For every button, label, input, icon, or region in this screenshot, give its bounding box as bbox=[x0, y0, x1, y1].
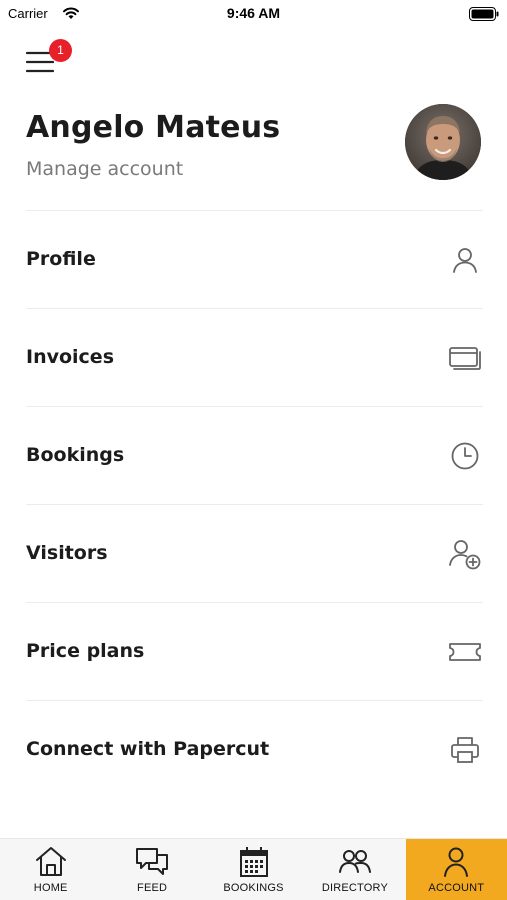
menu-item-label: Visitors bbox=[26, 542, 108, 564]
chat-bubbles-icon bbox=[136, 848, 169, 875]
tab-bookings[interactable]: BOOKINGS bbox=[203, 839, 304, 900]
people-icon bbox=[338, 850, 371, 873]
tab-bar: HOME FEED BOOKINGS DIRECTORY ACCOUNT bbox=[0, 838, 507, 900]
person-icon bbox=[453, 248, 477, 273]
ticket-icon bbox=[449, 643, 481, 661]
tab-label: HOME bbox=[33, 882, 68, 894]
menu-item-label: Invoices bbox=[26, 346, 115, 368]
person-icon bbox=[444, 847, 469, 877]
menu-item-label: Price plans bbox=[26, 640, 145, 662]
menu-item-label: Connect with Papercut bbox=[26, 738, 270, 760]
battery-icon bbox=[469, 7, 499, 21]
menu-item-invoices[interactable]: Invoices bbox=[26, 308, 483, 406]
tab-account[interactable]: ACCOUNT bbox=[405, 839, 507, 900]
tab-label: FEED bbox=[137, 882, 168, 894]
tab-feed[interactable]: FEED bbox=[101, 839, 202, 900]
menu-item-bookings[interactable]: Bookings bbox=[26, 406, 483, 504]
user-avatar-photo bbox=[405, 104, 481, 180]
notification-badge: 1 bbox=[49, 39, 72, 62]
status-bar: Carrier 9:46 AM bbox=[0, 0, 507, 28]
user-name: Angelo Mateus bbox=[26, 110, 281, 145]
tab-label: ACCOUNT bbox=[428, 882, 485, 894]
manage-account-link[interactable]: Manage account bbox=[26, 158, 183, 180]
menu-item-label: Bookings bbox=[26, 444, 125, 466]
tab-directory[interactable]: DIRECTORY bbox=[304, 839, 405, 900]
tab-label: DIRECTORY bbox=[321, 882, 389, 894]
menu-button[interactable]: 1 bbox=[22, 39, 74, 80]
tab-label: BOOKINGS bbox=[223, 882, 284, 894]
cards-icon bbox=[449, 347, 481, 370]
menu-item-price-plans[interactable]: Price plans bbox=[26, 602, 483, 700]
account-menu-list: Profile Invoices Bookings Visitors Price… bbox=[26, 210, 483, 798]
calendar-icon bbox=[239, 847, 268, 877]
home-icon bbox=[35, 847, 66, 876]
tab-home[interactable]: HOME bbox=[0, 839, 101, 900]
person-add-icon bbox=[449, 540, 481, 570]
clock-icon bbox=[451, 442, 479, 470]
menu-item-visitors[interactable]: Visitors bbox=[26, 504, 483, 602]
printer-icon bbox=[451, 737, 479, 763]
menu-item-profile[interactable]: Profile bbox=[26, 210, 483, 308]
menu-item-connect-papercut[interactable]: Connect with Papercut bbox=[26, 700, 483, 798]
clock-time: 9:46 AM bbox=[226, 5, 281, 21]
menu-item-label: Profile bbox=[26, 248, 96, 270]
avatar[interactable] bbox=[405, 104, 481, 180]
